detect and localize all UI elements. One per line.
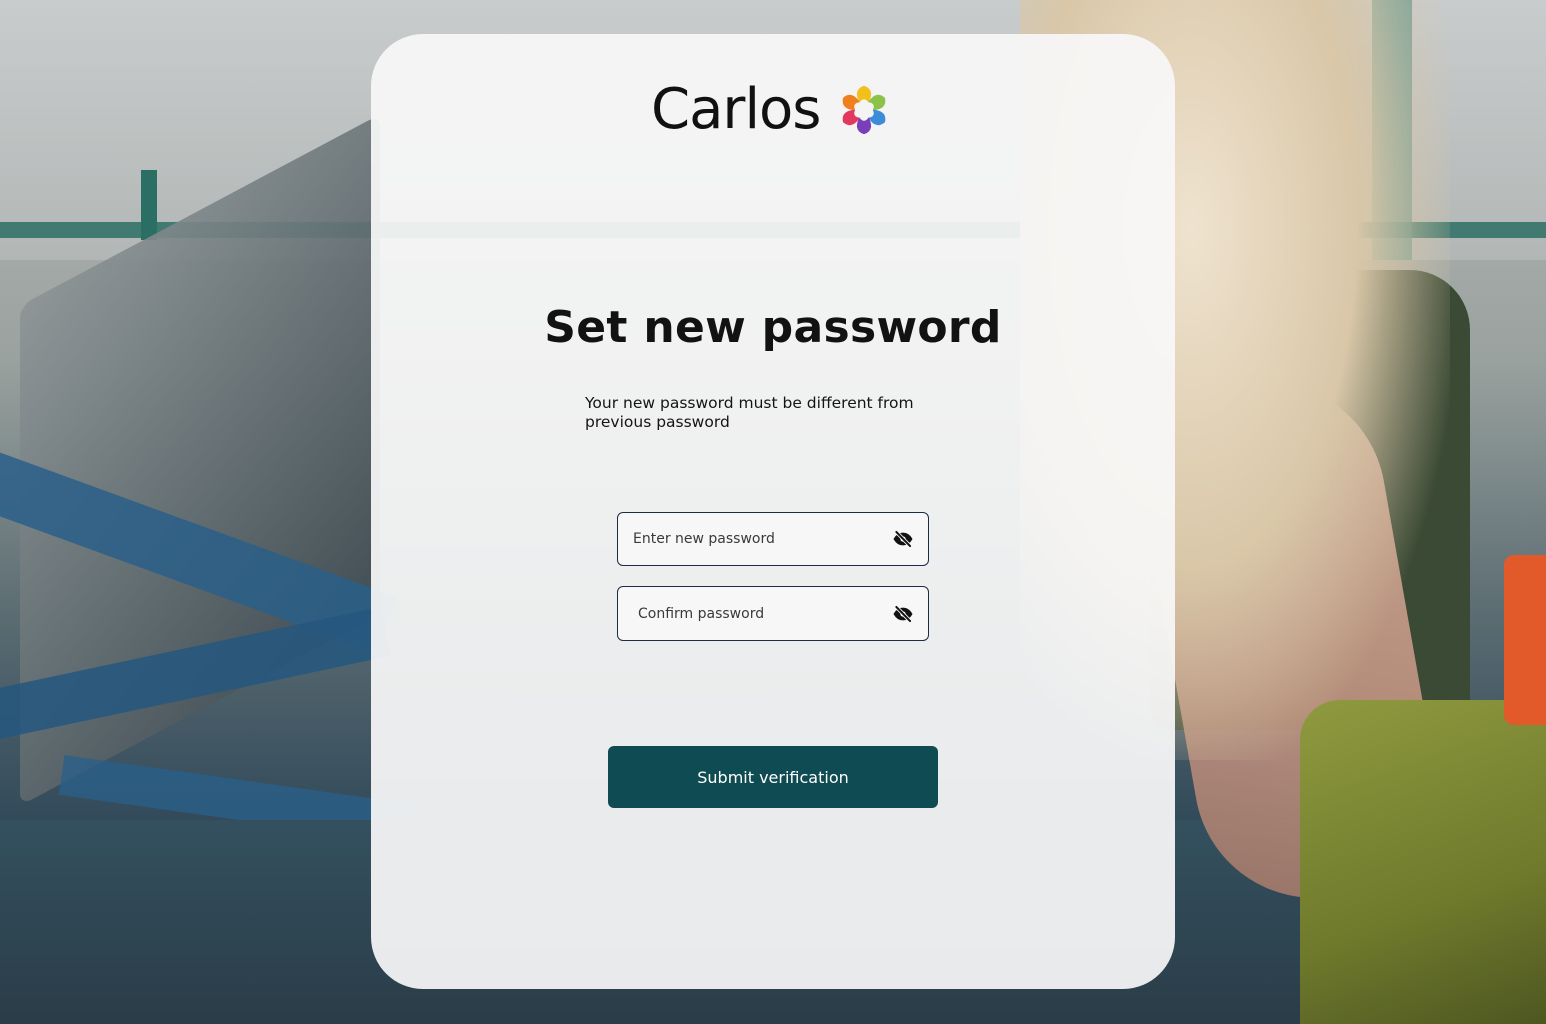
background-pipe-vertical [141, 170, 157, 240]
new-password-input[interactable] [633, 531, 892, 547]
page-subtitle: Your new password must be different from… [585, 394, 914, 431]
flower-petals-icon [843, 85, 886, 135]
confirm-password-input[interactable] [633, 605, 892, 622]
confirm-password-field [617, 586, 929, 641]
background-bottle [1504, 555, 1546, 725]
logo-petal [857, 85, 872, 103]
set-password-card: Carlos Set new password Your new passwor… [371, 34, 1175, 989]
submit-verification-button[interactable]: Submit verification [608, 746, 938, 808]
eye-off-icon[interactable] [892, 603, 914, 625]
page-title: Set new password [544, 302, 1002, 353]
logo-petal [857, 117, 872, 135]
background-person-apron [1300, 700, 1546, 1024]
brand-name: Carlos [651, 77, 821, 142]
eye-off-icon[interactable] [892, 528, 914, 550]
new-password-field [617, 512, 929, 566]
brand-logo: Carlos [651, 80, 892, 140]
